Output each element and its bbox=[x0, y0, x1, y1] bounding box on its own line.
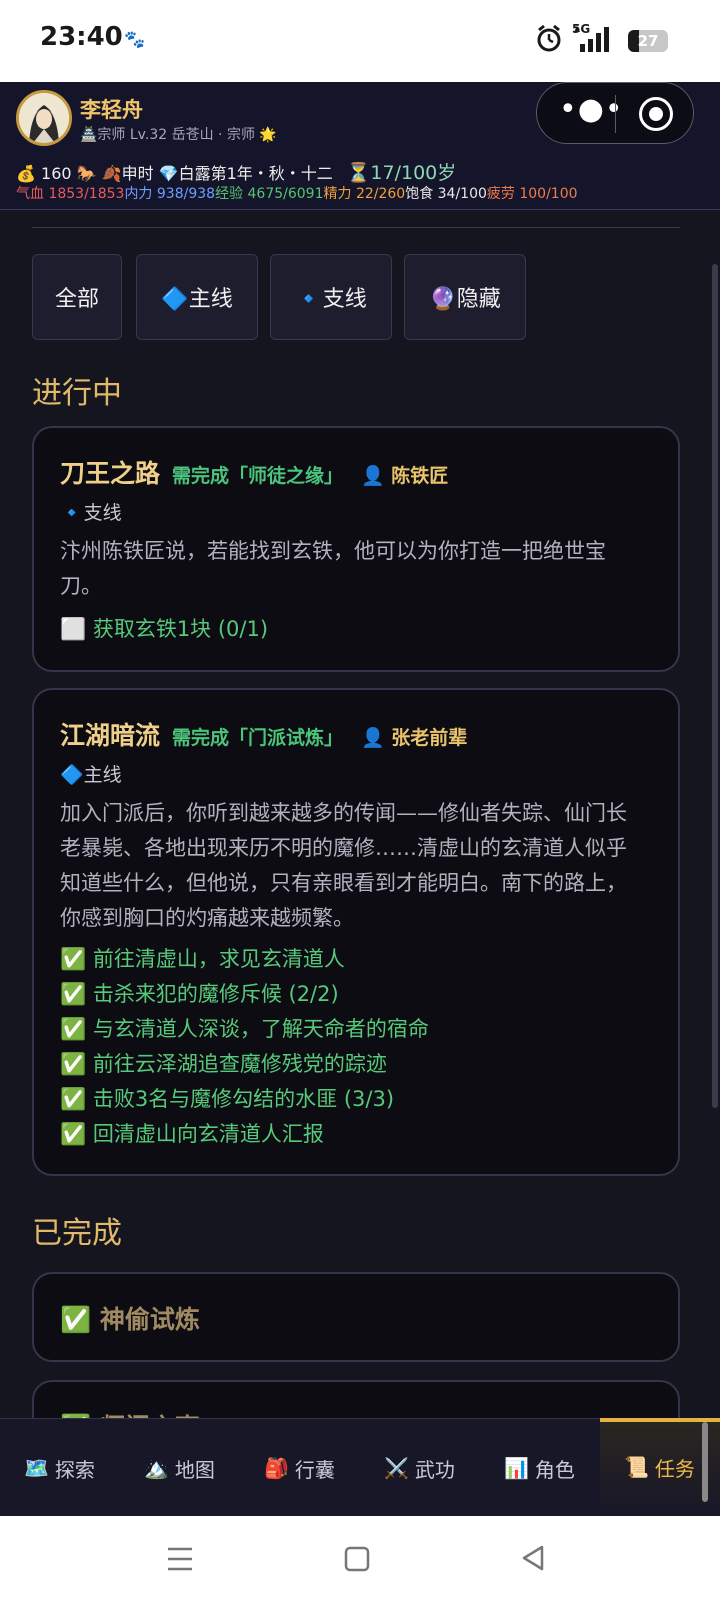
age-counter: ⏳17/100岁 bbox=[346, 162, 457, 184]
quest-objective: ⬜ 获取玄铁1块 (0/1) bbox=[60, 617, 269, 641]
header-divider bbox=[32, 227, 680, 228]
resource-line: 💰 160 🐎 🍂申时 💎白露第1年・秋・十二 ⏳17/100岁 bbox=[16, 158, 456, 185]
stat-value: 疲劳 100/100 bbox=[486, 186, 578, 202]
quest-objectives: ⬜ 获取玄铁1块 (0/1) bbox=[60, 612, 268, 647]
capsule-divider bbox=[615, 95, 616, 133]
clock: 23:40 bbox=[40, 22, 123, 52]
swords-icon: ⚔️ bbox=[384, 1456, 409, 1480]
quest-card[interactable]: 江湖暗流 需完成「门派试炼」 👤 张老前辈 🔷主线 加入门派后，你听到越来越多的传闻… bbox=[32, 688, 680, 1176]
backpack-icon: 🎒 bbox=[264, 1456, 289, 1480]
nav-quests[interactable]: 📜 任务 bbox=[624, 1418, 695, 1516]
quest-card[interactable]: 刀王之路 需完成「师徒之缘」 👤 陈铁匠 🔹支线 汴州陈铁匠说，若能找到玄铁，他可以… bbox=[32, 426, 680, 672]
quest-objective: ✅ 击败3名与魔修勾结的水匪 (3/3) bbox=[60, 1087, 395, 1111]
alarm-icon bbox=[537, 24, 561, 52]
menu-icon[interactable] bbox=[166, 1546, 194, 1572]
quest-objective: ✅ 前往清虚山，求见玄清道人 bbox=[60, 947, 345, 971]
filter-main-button[interactable]: 🔷主线 bbox=[136, 254, 258, 340]
quest-type: 🔷主线 bbox=[60, 764, 122, 786]
system-nav-bar bbox=[0, 1516, 720, 1604]
quest-description: 加入门派后，你听到越来越多的传闻——修仙者失踪、仙门长老暴毙、各地出现来历不明的… bbox=[60, 801, 627, 930]
content-scrollbar[interactable] bbox=[712, 264, 718, 1108]
chart-icon: 📊 bbox=[504, 1456, 529, 1480]
battery-icon: 27 bbox=[628, 30, 668, 52]
completed-quest-card[interactable]: ✅ 神偷试炼 bbox=[32, 1272, 680, 1362]
stat-value: 饱食 34/100 bbox=[405, 186, 487, 202]
quest-npc: 👤 陈铁匠 bbox=[361, 465, 449, 487]
quest-header: 江湖暗流 需完成「门派试炼」 👤 张老前辈 bbox=[60, 716, 467, 752]
nav-explore[interactable]: 🗺️ 探索 bbox=[24, 1419, 95, 1517]
stat-value: 经验 4675/6091 bbox=[215, 186, 324, 202]
stat-value: 内力 938/938 bbox=[124, 186, 216, 202]
player-name: 李轻舟 bbox=[80, 98, 143, 122]
more-icon[interactable]: •●• bbox=[559, 95, 623, 127]
section-completed: 已完成 bbox=[32, 1216, 122, 1251]
player-header: 李轻舟 🏯宗师 Lv.32 岳苍山 · 宗师 🌟 •●• 💰 160 🐎 🍂申时… bbox=[0, 82, 720, 210]
avatar[interactable] bbox=[16, 90, 72, 146]
quest-objective: ✅ 击杀来犯的魔修斥候 (2/2) bbox=[60, 982, 339, 1006]
money-season: 💰 160 🐎 🍂申时 💎白露第1年・秋・十二 bbox=[16, 164, 333, 183]
quest-objectives: ✅ 前往清虚山，求见玄清道人 ✅ 击杀来犯的魔修斥候 (2/2) ✅ 与玄清道人… bbox=[60, 942, 429, 1152]
quest-objective: ✅ 回清虚山向玄清道人汇报 bbox=[60, 1122, 324, 1146]
nav-label: 地图 bbox=[174, 1457, 215, 1482]
home-icon[interactable] bbox=[344, 1546, 370, 1572]
filter-all-button[interactable]: 全部 bbox=[32, 254, 122, 340]
completed-quest-title: ✅ 神偷试炼 bbox=[60, 1305, 200, 1334]
nav-martial[interactable]: ⚔️ 武功 bbox=[384, 1419, 455, 1517]
stat-value: 精力 22/260 bbox=[323, 186, 406, 202]
quest-title: 江湖暗流 bbox=[60, 721, 161, 750]
nav-bag[interactable]: 🎒 行囊 bbox=[264, 1419, 335, 1517]
miniprogram-capsule: •●• bbox=[536, 82, 694, 144]
quest-requirement: 需完成「师徒之缘」 bbox=[172, 465, 344, 487]
quest-title: 刀王之路 bbox=[60, 459, 161, 488]
nav-scrollbar[interactable] bbox=[702, 1422, 708, 1502]
quest-type: 🔹支线 bbox=[60, 502, 122, 524]
mountain-icon: 🏔️ bbox=[144, 1456, 169, 1480]
nav-label: 探索 bbox=[54, 1457, 95, 1482]
paw-icon: 🐾 bbox=[124, 30, 146, 50]
status-bar: 23:40 🐾 5G 27 bbox=[0, 0, 720, 82]
quest-objective: ✅ 与玄清道人深谈，了解天命者的宿命 bbox=[60, 1017, 429, 1041]
signal-icon bbox=[574, 26, 609, 52]
close-target-icon[interactable] bbox=[639, 97, 673, 131]
nav-label: 行囊 bbox=[294, 1457, 335, 1482]
quest-objective: ✅ 前往云泽湖追查魔修残党的踪迹 bbox=[60, 1052, 387, 1076]
nav-map[interactable]: 🏔️ 地图 bbox=[144, 1419, 215, 1517]
scroll-icon: 📜 bbox=[624, 1455, 649, 1479]
quest-header: 刀王之路 需完成「师徒之缘」 👤 陈铁匠 bbox=[60, 454, 448, 490]
map-explore-icon: 🗺️ bbox=[24, 1456, 49, 1480]
back-icon[interactable] bbox=[520, 1544, 546, 1572]
player-rank: 🏯宗师 Lv.32 岳苍山 · 宗师 🌟 bbox=[80, 127, 277, 143]
quest-requirement: 需完成「门派试炼」 bbox=[172, 727, 344, 749]
quest-npc: 👤 张老前辈 bbox=[361, 727, 468, 749]
nav-character[interactable]: 📊 角色 bbox=[504, 1419, 575, 1517]
battery-level: 27 bbox=[637, 32, 659, 50]
nav-label: 武功 bbox=[414, 1457, 455, 1482]
nav-label: 角色 bbox=[534, 1457, 575, 1482]
stat-value: 气血 1853/1853 bbox=[16, 186, 125, 202]
nav-label: 任务 bbox=[654, 1456, 695, 1481]
filter-side-button[interactable]: 🔹支线 bbox=[270, 254, 392, 340]
section-in-progress: 进行中 bbox=[32, 376, 122, 411]
filter-hidden-button[interactable]: 🔮隐藏 bbox=[404, 254, 526, 340]
stat-line: 气血 1853/1853内力 938/938经验 4675/6091精力 22/… bbox=[16, 183, 578, 203]
quest-description: 汴州陈铁匠说，若能找到玄铁，他可以为你打造一把绝世宝刀。 bbox=[60, 539, 606, 598]
